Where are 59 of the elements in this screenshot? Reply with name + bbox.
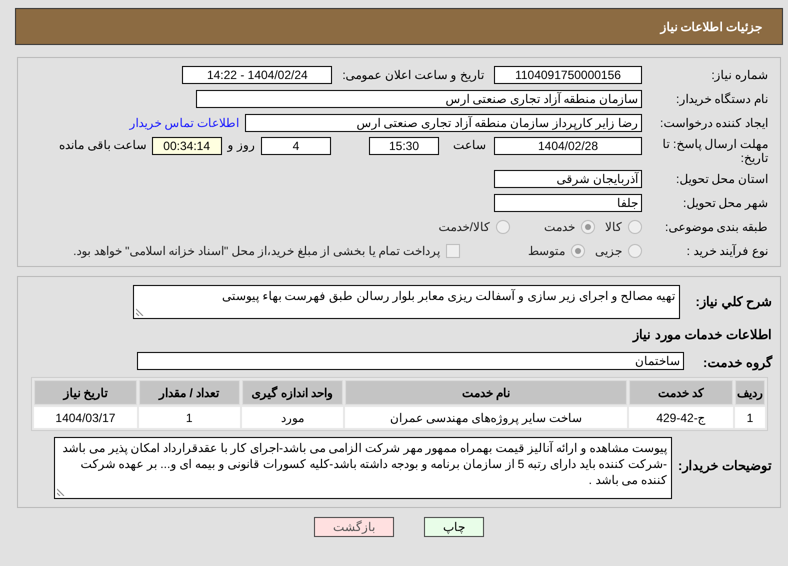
print-button[interactable]: چاپ <box>424 517 484 537</box>
column-header: کد خدمت <box>629 380 733 405</box>
field-label: تاریخ و ساعت اعلان عمومی: <box>342 68 484 82</box>
deadline-date-field: 1404/02/28 <box>494 137 642 155</box>
service-group-field: ساختمان <box>137 352 684 370</box>
days-field: 4 <box>261 137 331 155</box>
field-label: نوع فرآیند خرید : <box>686 244 769 258</box>
field-label: شماره نیاز: <box>710 68 769 82</box>
description-textarea[interactable]: تهیه مصالح و اجرای زیر سازی و آسفالت ریزی معابر بلوار رسالن طبق فهرست بهاء پیوستی <box>133 285 680 319</box>
need-number-field: 1104091750000156 <box>494 66 642 84</box>
city-field: جلفا <box>494 194 642 212</box>
field-label: گروه خدمت: <box>702 356 774 370</box>
days-label: روز و <box>228 138 255 152</box>
radio-option[interactable]: کالا/خدمت <box>438 220 510 234</box>
back-button[interactable]: بازگشت <box>314 517 394 537</box>
page-title: جزئیات اطلاعات نیاز <box>660 20 762 34</box>
radio-option[interactable]: خدمت <box>544 220 595 234</box>
checkbox-icon <box>446 244 460 258</box>
table-cell: مورد <box>242 407 344 428</box>
table-cell: 1404/03/17 <box>34 407 137 428</box>
field-label: ایجاد کننده درخواست: <box>658 116 769 130</box>
radio-icon <box>628 244 642 258</box>
radio-icon <box>581 220 595 234</box>
resize-grip-icon <box>136 308 144 316</box>
table-cell: 1 <box>735 407 765 428</box>
remaining-time-field: 00:34:14 <box>152 137 222 155</box>
column-header: نام خدمت <box>345 380 628 405</box>
province-field: آذربایجان شرقی <box>494 170 642 188</box>
payment-checkbox[interactable]: پرداخت تمام یا بخشی از مبلغ خرید،از محل "اسناد خزانه اسلامی" خواهد بود. <box>73 244 460 258</box>
column-header: تاریخ نیاز <box>34 380 137 405</box>
radio-option[interactable]: متوسط <box>528 244 585 258</box>
table-cell: ساخت سایر پروژه‌های مهندسی عمران <box>345 407 628 428</box>
table-cell: 1 <box>138 407 240 428</box>
radio-icon <box>628 220 642 234</box>
remaining-label: ساعت باقی مانده <box>58 138 147 152</box>
deadline-time-field: 15:30 <box>369 137 439 155</box>
column-header: واحد اندازه گیری <box>242 380 344 405</box>
field-label: مهلت ارسال پاسخ: تا تاریخ: <box>662 137 769 165</box>
buyer-contact-link[interactable]: اطلاعات تماس خریدار <box>129 116 239 130</box>
section-title: اطلاعات خدمات مورد نیاز <box>633 328 773 342</box>
column-header: ردیف <box>735 380 765 405</box>
table-cell: ج-42-429 <box>629 407 733 428</box>
field-label: توضیحات خریدار: <box>677 459 773 473</box>
resize-grip-icon <box>57 488 65 496</box>
column-header: تعداد / مقدار <box>138 380 240 405</box>
field-label: شرح کلي نياز: <box>694 295 773 309</box>
field-label: شهر محل تحویل: <box>682 196 769 210</box>
field-label: نام دستگاه خریدار: <box>674 92 769 106</box>
buyer-org-field: سازمان منطقه آزاد تجاری صنعتی ارس <box>196 90 642 108</box>
time-label: ساعت <box>453 138 486 152</box>
radio-option[interactable]: جزیی <box>595 244 642 258</box>
radio-icon <box>571 244 585 258</box>
field-label: استان محل تحویل: <box>674 172 769 186</box>
creator-field: رضا زایر کارپرداز سازمان منطقه آزاد تجاری صنعتی ارس <box>245 114 642 132</box>
radio-icon <box>496 220 510 234</box>
buyer-notes-textarea[interactable]: پیوست مشاهده و ارائه آنالیز قیمت بهمراه ممهور مهر شرکت الزامی می باشد-اجرای کار با عقدقرارداد امکان پذیر می باشد -شرکت کننده باید دارای رتبه 5 از سازمان برنامه و بودجه داشته باشد-کلیه کسورات قانونی و بیمه ای و... بر عهده شرکت کننده می باشد . <box>54 437 672 499</box>
radio-option[interactable]: کالا <box>605 220 642 234</box>
field-label: طبقه بندی موضوعی: <box>664 220 769 234</box>
announce-date-field: 1404/02/24 - 14:22 <box>182 66 332 84</box>
